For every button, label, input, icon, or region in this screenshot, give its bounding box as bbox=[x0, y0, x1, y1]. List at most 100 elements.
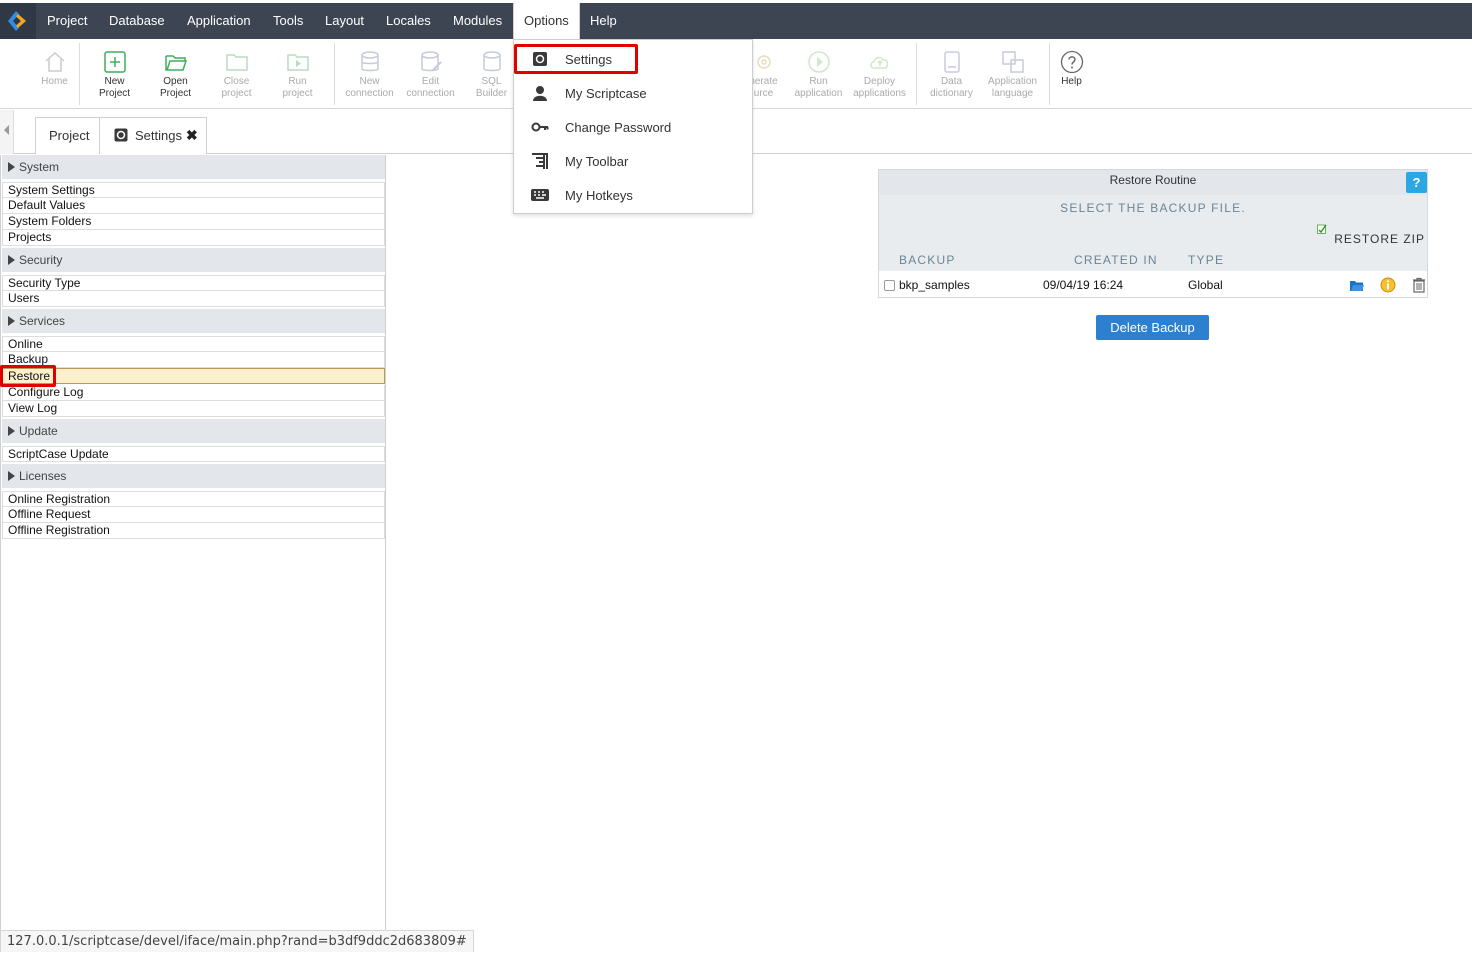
delete-backup-button[interactable]: Delete Backup bbox=[1096, 315, 1209, 340]
section-system[interactable]: System bbox=[2, 155, 385, 179]
close-project-button[interactable]: Close project bbox=[206, 39, 267, 109]
edit-connection-button[interactable]: Edit connection bbox=[400, 39, 461, 109]
menu-item-my-toolbar[interactable]: My Toolbar bbox=[514, 144, 752, 178]
data-dictionary-label-1: Data bbox=[940, 76, 963, 87]
play-folder-icon bbox=[287, 54, 309, 71]
settings-highlight bbox=[514, 44, 638, 74]
application-language-button[interactable]: Application language bbox=[982, 39, 1043, 109]
sidebar-item-online-registration[interactable]: Online Registration bbox=[2, 491, 385, 507]
triangle-right-icon bbox=[8, 316, 15, 326]
toolbar-icon bbox=[532, 153, 548, 169]
generate-source-label-2: urce bbox=[753, 88, 774, 99]
menu-layout[interactable]: Layout bbox=[325, 3, 364, 39]
deploy-label-2: applications bbox=[853, 88, 906, 99]
main-menubar: Project Database Application Tools Layou… bbox=[0, 3, 1472, 39]
menu-database[interactable]: Database bbox=[109, 3, 165, 39]
sidebar-item-system-folders[interactable]: System Folders bbox=[2, 214, 385, 230]
sidebar-item-configure-log[interactable]: Configure Log bbox=[2, 385, 385, 401]
menu-item-my-scriptcase[interactable]: My Scriptcase bbox=[514, 76, 752, 110]
menu-item-my-hotkeys-label: My Hotkeys bbox=[565, 188, 633, 203]
menu-locales[interactable]: Locales bbox=[386, 3, 431, 39]
book-icon bbox=[944, 51, 960, 73]
status-bar-url: 127.0.0.1/scriptcase/devel/iface/main.ph… bbox=[0, 930, 474, 952]
database-sql-icon bbox=[483, 51, 501, 72]
database-edit-icon bbox=[421, 51, 442, 72]
sidebar-item-scriptcase-update[interactable]: ScriptCase Update bbox=[2, 446, 385, 462]
menu-options[interactable]: Options bbox=[513, 3, 580, 39]
info-icon[interactable] bbox=[1380, 277, 1396, 293]
menu-item-my-scriptcase-label: My Scriptcase bbox=[565, 86, 647, 101]
run-project-button[interactable]: Run project bbox=[267, 39, 328, 109]
section-update-title: Update bbox=[19, 424, 58, 438]
backup-type: Global bbox=[1188, 278, 1223, 292]
section-security[interactable]: Security bbox=[2, 248, 385, 272]
help-icon[interactable]: ? bbox=[1406, 172, 1427, 193]
trash-icon[interactable] bbox=[1411, 277, 1427, 293]
scriptcase-logo[interactable] bbox=[0, 3, 36, 39]
close-tab-icon[interactable]: ✖ bbox=[186, 118, 198, 153]
row-checkbox[interactable] bbox=[884, 280, 895, 291]
table-row: bkp_samples 09/04/19 16:24 Global bbox=[879, 271, 1427, 297]
sidebar-item-restore[interactable]: Restore bbox=[2, 368, 385, 384]
home-button[interactable]: Home bbox=[24, 39, 85, 109]
sidebar-item-offline-registration[interactable]: Offline Registration bbox=[2, 523, 385, 539]
menu-item-my-hotkeys[interactable]: My Hotkeys bbox=[514, 178, 752, 212]
run-project-label-2: project bbox=[282, 88, 313, 99]
question-icon bbox=[1060, 50, 1084, 74]
play-circle-icon bbox=[808, 51, 830, 73]
sidebar-item-offline-request[interactable]: Offline Request bbox=[2, 507, 385, 523]
backup-created: 09/04/19 16:24 bbox=[1043, 278, 1124, 292]
run-application-label-1: Run bbox=[809, 76, 828, 87]
sidebar-item-projects[interactable]: Projects bbox=[2, 230, 385, 246]
data-dictionary-label-2: dictionary bbox=[930, 88, 973, 99]
panel-title: Restore Routine bbox=[1109, 173, 1197, 187]
help-button[interactable]: Help bbox=[1041, 39, 1102, 109]
key-icon bbox=[531, 122, 549, 132]
restore-zip-link[interactable]: RESTORE ZIP bbox=[1334, 232, 1425, 246]
menu-project[interactable]: Project bbox=[47, 3, 87, 39]
section-licenses[interactable]: Licenses bbox=[2, 464, 385, 488]
tab-settings[interactable]: Settings ✖ bbox=[99, 117, 207, 154]
data-dictionary-button[interactable]: Data dictionary bbox=[921, 39, 982, 109]
sidebar-item-users[interactable]: Users bbox=[2, 291, 385, 307]
sidebar-item-security-type[interactable]: Security Type bbox=[2, 275, 385, 291]
menu-item-change-password[interactable]: Change Password bbox=[514, 110, 752, 144]
sidebar-item-system-settings[interactable]: System Settings bbox=[2, 182, 385, 198]
section-licenses-title: Licenses bbox=[19, 469, 67, 483]
run-application-button[interactable]: Run application bbox=[788, 39, 849, 109]
menu-tools[interactable]: Tools bbox=[273, 3, 303, 39]
section-services[interactable]: Services bbox=[2, 309, 385, 333]
sidebar-item-default-values[interactable]: Default Values bbox=[2, 198, 385, 214]
toolbar-divider bbox=[79, 43, 80, 105]
keyboard-icon bbox=[531, 189, 549, 201]
sidebar-item-online[interactable]: Online bbox=[2, 336, 385, 352]
open-project-label-1: Open bbox=[163, 76, 188, 87]
help-label: Help bbox=[1061, 76, 1082, 87]
settings-sidebar: System System Settings Default Values Sy… bbox=[0, 155, 386, 930]
tab-project-label: Project bbox=[49, 128, 90, 143]
restore-zip-icon[interactable] bbox=[1317, 224, 1327, 234]
sidebar-item-backup[interactable]: Backup bbox=[2, 352, 385, 368]
close-project-label-2: project bbox=[221, 88, 252, 99]
menu-application[interactable]: Application bbox=[187, 3, 251, 39]
collapse-sidebar-button[interactable] bbox=[0, 110, 14, 154]
restore-folder-icon[interactable] bbox=[1349, 277, 1365, 293]
plus-square-icon bbox=[104, 51, 126, 73]
tab-settings-label: Settings bbox=[135, 128, 182, 143]
section-update[interactable]: Update bbox=[2, 419, 385, 443]
new-connection-label-2: connection bbox=[345, 88, 394, 99]
chevron-left-icon bbox=[4, 125, 9, 135]
backup-name: bkp_samples bbox=[899, 278, 970, 292]
open-project-button[interactable]: Open Project bbox=[145, 39, 206, 109]
menu-help[interactable]: Help bbox=[590, 3, 617, 39]
run-project-label-1: Run bbox=[288, 76, 307, 87]
new-project-button[interactable]: New Project bbox=[84, 39, 145, 109]
deploy-applications-button[interactable]: Deploy applications bbox=[849, 39, 910, 109]
panel-header: Restore Routine ? bbox=[879, 170, 1427, 195]
menu-modules[interactable]: Modules bbox=[453, 3, 502, 39]
triangle-right-icon bbox=[8, 426, 15, 436]
new-connection-button[interactable]: New connection bbox=[339, 39, 400, 109]
tab-project[interactable]: Project bbox=[35, 117, 100, 154]
sidebar-item-view-log[interactable]: View Log bbox=[2, 401, 385, 417]
app-language-label-1: Application bbox=[988, 76, 1037, 87]
